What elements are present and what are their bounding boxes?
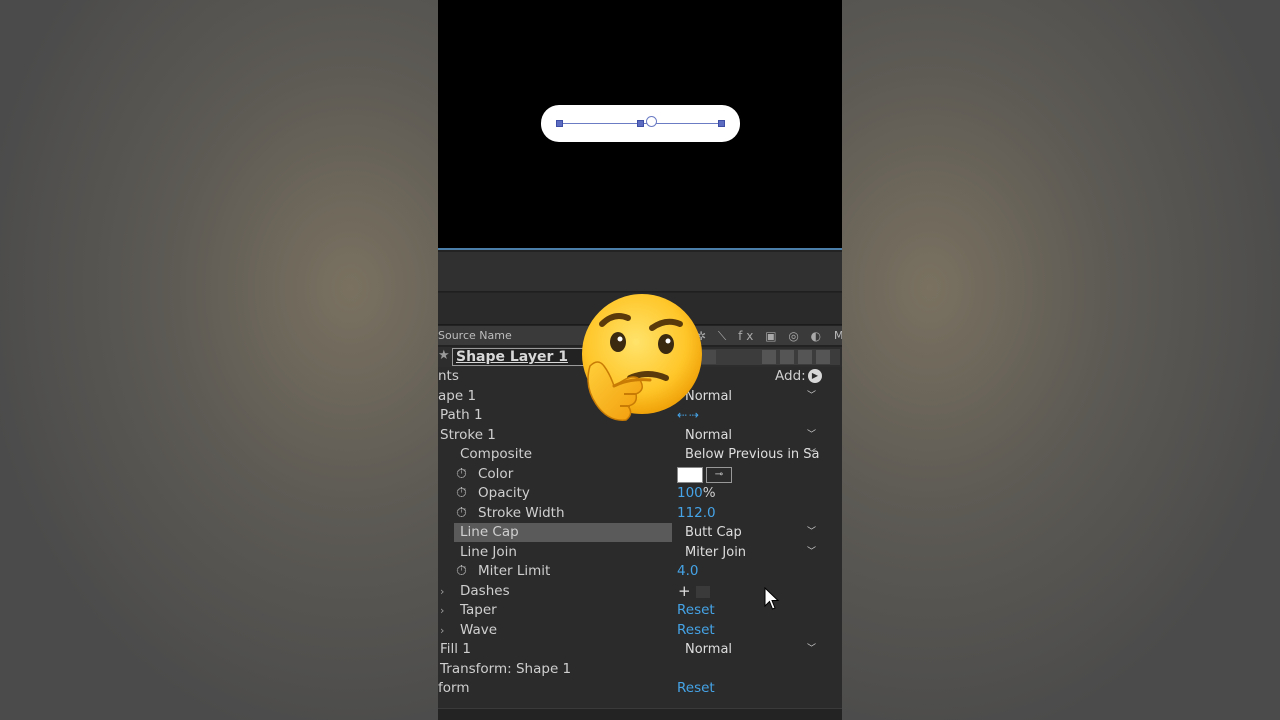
right-blurred-background: [842, 0, 1280, 720]
opacity-value[interactable]: 100%: [677, 484, 716, 503]
stopwatch-icon[interactable]: ⏱: [456, 504, 467, 523]
row-label: Line Cap: [460, 524, 519, 540]
add-label: Add:: [775, 368, 806, 384]
thinking-face-icon: [582, 294, 702, 421]
quality-switch[interactable]: [762, 350, 776, 364]
row-label: ape 1: [438, 387, 477, 404]
chevron-down-icon: ﹀: [806, 644, 816, 654]
composition-viewer[interactable]: [438, 0, 842, 250]
row-label: Stroke Width: [478, 504, 565, 521]
chevron-down-icon: ﹀: [806, 546, 816, 557]
dropdown-value: Normal: [685, 427, 733, 443]
line-join-dropdown[interactable]: Miter Join ﹀: [678, 543, 820, 561]
stopwatch-icon[interactable]: ⏱: [456, 484, 467, 503]
remove-dash-icon[interactable]: [696, 585, 710, 598]
chevron-down-icon: ﹀: [806, 429, 816, 440]
timeline-bottom-bar: [438, 708, 842, 720]
anchor-point-icon[interactable]: [646, 116, 657, 127]
line-cap-row[interactable]: Line Cap Butt Cap ﹀: [438, 523, 842, 543]
chevron-down-icon: ﹀: [806, 527, 816, 537]
stroke-blend-dropdown[interactable]: Normal ﹀: [678, 426, 820, 444]
add-dash-icon[interactable]: +: [678, 583, 691, 599]
row-label: Wave: [460, 621, 498, 638]
viewer-toolbar: [438, 252, 842, 292]
chevron-right-icon[interactable]: ›: [440, 601, 444, 620]
collapse-switch[interactable]: [720, 350, 734, 364]
motion-blur-switch[interactable]: [798, 350, 812, 364]
transform-row[interactable]: form Reset: [438, 679, 842, 699]
line-cap-dropdown[interactable]: Butt Cap ﹀: [678, 524, 820, 541]
mode-column-header[interactable]: M: [834, 326, 842, 346]
row-label: Color: [478, 465, 514, 482]
chevron-right-icon[interactable]: ›: [440, 582, 444, 601]
source-name-header[interactable]: Source Name: [438, 326, 512, 346]
chevron-down-icon: ﹀: [806, 449, 816, 459]
dropdown-value: Below Previous in Sa: [685, 447, 820, 462]
stroke-row[interactable]: Stroke 1 Normal ﹀: [438, 426, 842, 446]
row-label: Opacity: [478, 485, 530, 501]
stroke-width-value[interactable]: 112.0: [677, 504, 716, 523]
star-icon: ★: [438, 348, 450, 363]
layer-name-field[interactable]: Shape Layer 1: [452, 348, 592, 366]
stopwatch-icon[interactable]: ⏱: [456, 465, 467, 484]
row-label: Taper: [460, 602, 497, 618]
stroke-width-row[interactable]: ⏱ Stroke Width 112.0: [438, 504, 842, 524]
path-vertex-mid[interactable]: [637, 120, 644, 127]
3d-switch[interactable]: [816, 350, 830, 364]
color-swatch[interactable]: [677, 466, 703, 483]
chevron-right-icon[interactable]: ›: [440, 621, 444, 640]
dropdown-value: Miter Join: [685, 544, 747, 560]
opacity-number[interactable]: 100: [677, 485, 703, 501]
path-vertex-start[interactable]: [556, 120, 563, 127]
wave-reset-link[interactable]: Reset: [677, 621, 715, 640]
layer-switches[interactable]: [700, 349, 840, 365]
row-label: Fill 1: [440, 641, 471, 657]
chevron-down-icon: ﹀: [806, 390, 816, 401]
fill-blend-dropdown[interactable]: Normal ﹀: [678, 641, 820, 658]
wave-row[interactable]: › Wave Reset: [438, 621, 842, 641]
dropdown-value: Butt Cap: [685, 525, 742, 540]
dropdown-value: Normal: [685, 642, 733, 657]
transform-shape-row[interactable]: Transform: Shape 1: [438, 660, 842, 680]
mouse-cursor-icon: [764, 587, 780, 610]
transform-reset-link[interactable]: Reset: [677, 679, 715, 698]
fill-row[interactable]: Fill 1 Normal ﹀: [438, 640, 842, 660]
percent-unit: %: [702, 485, 716, 501]
opacity-row[interactable]: ⏱ Opacity 100%: [438, 484, 842, 504]
taper-row[interactable]: › Taper Reset: [438, 601, 842, 621]
eyedropper-icon[interactable]: ⊸: [706, 466, 732, 483]
row-label: Path 1: [440, 407, 483, 423]
color-row[interactable]: ⏱ Color ⊸: [438, 465, 842, 485]
dashes-row[interactable]: › Dashes +: [438, 582, 842, 602]
row-label: Line Join: [460, 543, 517, 560]
row-label: nts: [438, 368, 459, 384]
row-label: Miter Limit: [478, 563, 551, 579]
row-label: form: [438, 680, 470, 696]
row-label: Composite: [460, 446, 533, 462]
miter-limit-value[interactable]: 4.0: [677, 562, 698, 581]
path-vertex-end[interactable]: [718, 120, 725, 127]
stopwatch-icon[interactable]: ⏱: [456, 562, 467, 581]
composite-dropdown[interactable]: Below Previous in Sa ﹀: [678, 446, 820, 463]
composite-row[interactable]: Composite Below Previous in Sa ﹀: [438, 445, 842, 465]
effects-switch[interactable]: [780, 350, 794, 364]
line-join-row[interactable]: Line Join Miter Join ﹀: [438, 543, 842, 563]
add-menu-play-icon[interactable]: ▶: [808, 369, 822, 383]
left-blurred-background: [0, 0, 438, 720]
taper-reset-link[interactable]: Reset: [677, 601, 715, 620]
row-label: Stroke 1: [440, 426, 496, 443]
row-label: Transform: Shape 1: [440, 660, 572, 677]
miter-limit-row[interactable]: ⏱ Miter Limit 4.0: [438, 562, 842, 582]
row-label: Dashes: [460, 582, 510, 599]
